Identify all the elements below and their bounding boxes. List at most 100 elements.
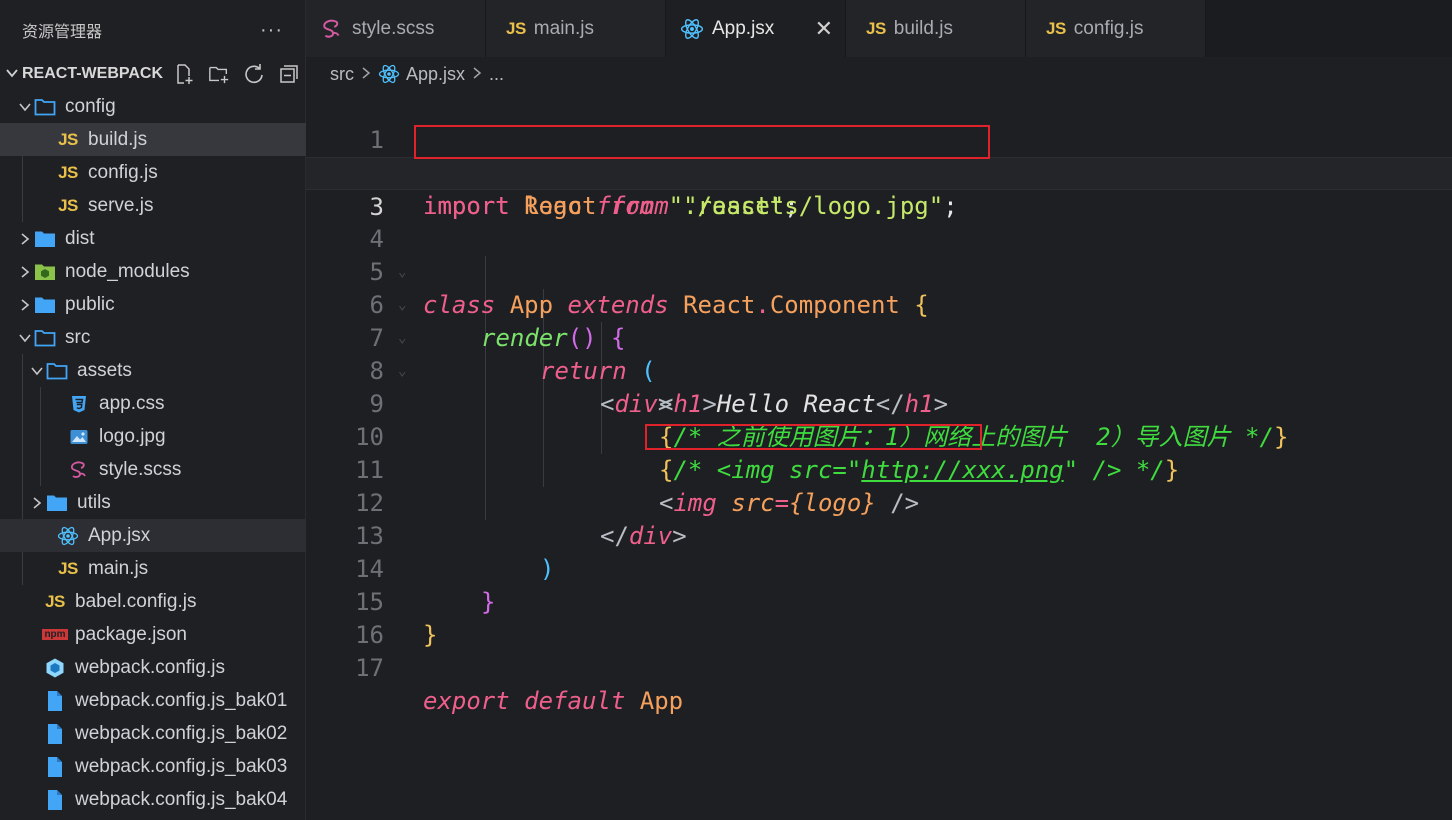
javascript-icon: JS	[58, 558, 78, 578]
line-number: 17	[355, 654, 384, 682]
keyword: export	[423, 687, 510, 715]
javascript-icon: JS	[506, 18, 526, 38]
breadcrumb-file[interactable]: App.jsx	[406, 64, 465, 85]
javascript-icon: JS	[58, 195, 78, 215]
tree-item-label: webpack.config.js_bak02	[75, 722, 288, 744]
tree-item-utils[interactable]: utils	[0, 486, 306, 519]
tree-item-label: src	[65, 326, 91, 348]
tree-item-webpack-bak03[interactable]: webpack.config.js_bak03	[0, 750, 306, 783]
javascript-icon: JS	[1046, 18, 1066, 38]
npm-icon: npm	[42, 624, 68, 646]
node-folder-icon	[34, 261, 56, 283]
chevron-right-icon	[16, 232, 34, 246]
tree-item-label: serve.js	[88, 194, 154, 216]
tree-item-babel-config[interactable]: JS babel.config.js	[0, 585, 306, 618]
file-icon	[44, 690, 66, 712]
tree-item-assets[interactable]: assets	[0, 354, 306, 387]
tree-item-label: dist	[65, 227, 95, 249]
code-line: 14 }	[306, 520, 1452, 616]
code-line: 5 ⌄ render() {	[306, 223, 1452, 352]
tree-item-app-jsx[interactable]: App.jsx	[0, 519, 306, 552]
tree-item-dist[interactable]: dist	[0, 222, 306, 255]
tree-item-main-js[interactable]: JS main.js	[0, 552, 306, 585]
tree-item-label: webpack.config.js_bak03	[75, 755, 288, 777]
new-file-icon[interactable]	[173, 63, 195, 85]
javascript-icon: JS	[58, 129, 78, 149]
image-icon	[68, 426, 90, 448]
code-line: 12 </div>	[306, 454, 1452, 550]
tree-item-label: webpack.config.js_bak01	[75, 689, 288, 711]
tab-style-scss[interactable]: style.scss	[306, 0, 486, 57]
sass-icon	[68, 459, 90, 481]
breadcrumb-src[interactable]: src	[330, 64, 354, 85]
tree-item-label: babel.config.js	[75, 590, 197, 612]
tree-item-label: assets	[77, 359, 132, 381]
chevron-down-icon	[16, 331, 34, 345]
chevron-right-icon	[361, 64, 371, 85]
tab-config-js[interactable]: JS config.js	[1026, 0, 1206, 57]
tree-item-label: style.scss	[99, 458, 182, 480]
explorer-header: 资源管理器 ···	[0, 0, 305, 60]
tree-item-label: node_modules	[65, 260, 190, 282]
tree-item-public[interactable]: public	[0, 288, 306, 321]
editor-tab-bar: style.scss JS main.js App.jsx ✕ JS build…	[306, 0, 1452, 57]
folder-icon	[46, 492, 68, 514]
tree-item-label: logo.jpg	[99, 425, 166, 447]
folder-icon	[34, 294, 56, 316]
tab-label: main.js	[533, 17, 594, 39]
tree-item-package-json[interactable]: npm package.json	[0, 618, 306, 651]
refresh-icon[interactable]	[243, 63, 265, 85]
tree-item-label: webpack.config.js	[75, 656, 225, 678]
explorer-sidebar: 资源管理器 ··· REACT-WEBPACK config JS build.…	[0, 0, 306, 820]
folder-open-icon	[34, 327, 56, 349]
code-line: 8 <h1>Hello React</h1>	[306, 322, 1452, 418]
project-name: REACT-WEBPACK	[22, 65, 164, 82]
code-line: 17 export default App	[306, 619, 1452, 715]
tab-label: config.js	[1073, 17, 1144, 39]
more-actions-icon[interactable]: ···	[260, 19, 283, 42]
tree-item-src[interactable]: src	[0, 321, 306, 354]
tab-label: App.jsx	[712, 17, 775, 39]
tab-main-js[interactable]: JS main.js	[486, 0, 666, 57]
folder-open-icon	[34, 96, 56, 118]
tree-item-label: webpack.config.js_bak04	[75, 788, 288, 810]
tree-item-webpack-bak01[interactable]: webpack.config.js_bak01	[0, 684, 306, 717]
tree-item-label: config	[65, 95, 116, 117]
tree-item-config-js[interactable]: JS config.js	[0, 156, 306, 189]
tree-item-webpack-bak04[interactable]: webpack.config.js_bak04	[0, 783, 306, 816]
tree-item-webpack-config[interactable]: webpack.config.js	[0, 651, 306, 684]
project-header[interactable]: REACT-WEBPACK	[0, 60, 305, 88]
tree-item-config[interactable]: config	[0, 90, 306, 123]
tree-item-logo-jpg[interactable]: logo.jpg	[0, 420, 306, 453]
tree-item-app-css[interactable]: app.css	[0, 387, 306, 420]
react-icon	[378, 63, 400, 85]
highlight-box-import-logo	[414, 125, 990, 159]
tab-app-jsx[interactable]: App.jsx ✕	[666, 0, 846, 57]
javascript-icon: JS	[45, 591, 65, 611]
tree-item-label: public	[65, 293, 115, 315]
tree-item-build-js[interactable]: JS build.js	[0, 123, 306, 156]
tab-build-js[interactable]: JS build.js	[846, 0, 1026, 57]
javascript-icon: JS	[866, 18, 886, 38]
webpack-icon	[44, 657, 66, 679]
tree-item-node-modules[interactable]: node_modules	[0, 255, 306, 288]
new-folder-icon[interactable]	[208, 63, 230, 85]
tree-item-serve-js[interactable]: JS serve.js	[0, 189, 306, 222]
tree-item-label: package.json	[75, 623, 187, 645]
code-line: 16	[306, 586, 1452, 649]
code-line-current: 3	[306, 157, 1452, 221]
code-line: 6 ⌄ return (	[306, 256, 1452, 385]
collapse-all-icon[interactable]	[278, 63, 300, 85]
tree-item-label: build.js	[88, 128, 148, 150]
chevron-down-icon[interactable]	[2, 66, 22, 83]
code-editor[interactable]: 1 ⌄ import React from "react"; 2 import …	[306, 91, 1452, 820]
file-tree: config JS build.js JS config.js JS serve…	[0, 90, 306, 816]
chevron-right-icon	[16, 298, 34, 312]
tree-item-style-scss[interactable]: style.scss	[0, 453, 306, 486]
chevron-down-icon	[16, 100, 34, 114]
tree-item-webpack-bak02[interactable]: webpack.config.js_bak02	[0, 717, 306, 750]
breadcrumb-more[interactable]: ...	[489, 64, 504, 85]
css-icon	[68, 393, 90, 415]
code-line: 13 )	[306, 487, 1452, 583]
close-icon[interactable]: ✕	[815, 16, 833, 42]
